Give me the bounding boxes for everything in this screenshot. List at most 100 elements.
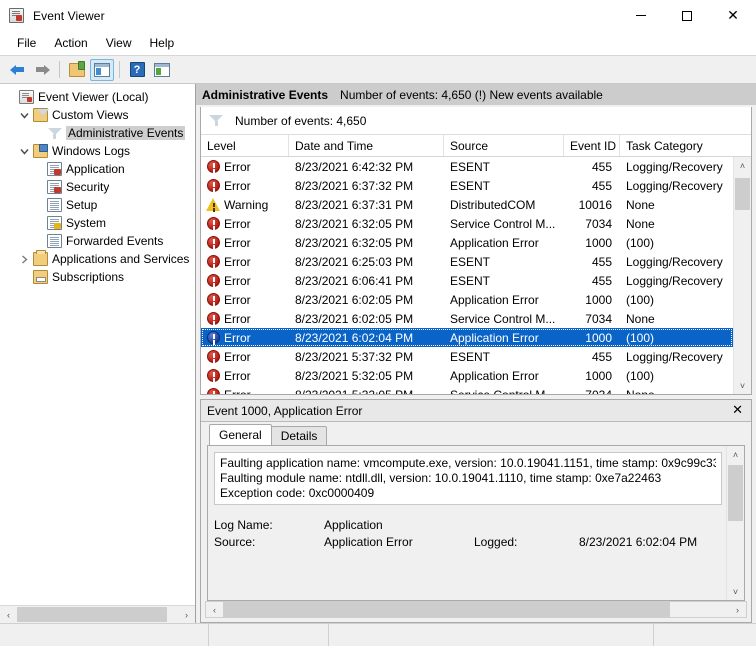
sidebar-item-event-viewer-local[interactable]: Event Viewer (Local) <box>0 88 195 106</box>
scroll-thumb[interactable] <box>223 602 670 617</box>
help-button[interactable]: ? <box>125 59 149 81</box>
twisty-expanded-icon[interactable] <box>16 106 32 124</box>
maximize-button[interactable] <box>664 0 710 31</box>
scroll-right-button[interactable]: › <box>729 601 746 618</box>
table-row[interactable]: Error 8/23/2021 6:37:32 PM ESENT 455 Logging… <box>201 176 733 195</box>
cell-event-id: 455 <box>591 349 612 364</box>
back-button[interactable] <box>5 59 29 81</box>
cell-task-category: Logging/Recovery <box>626 349 723 364</box>
column-header-source[interactable]: Source <box>444 135 564 156</box>
menu-view[interactable]: View <box>97 33 141 53</box>
sidebar-item-forwarded-events[interactable]: Forwarded Events <box>0 232 195 250</box>
cell-level-label: Warning <box>224 197 269 212</box>
sidebar-item-security[interactable]: Security <box>0 178 195 196</box>
event-list-vertical-scrollbar[interactable]: ˄ ˅ <box>733 157 751 394</box>
table-row[interactable]: Warning 8/23/2021 6:37:31 PM DistributedCO… <box>201 195 733 214</box>
scroll-track[interactable] <box>727 463 744 583</box>
sidebar-item-subscriptions[interactable]: Subscriptions <box>0 268 195 286</box>
filter-bar[interactable]: Number of events: 4,650 <box>201 107 751 135</box>
twisty-collapsed-icon[interactable] <box>16 250 32 268</box>
close-icon[interactable]: ✕ <box>730 404 745 417</box>
scroll-thumb[interactable] <box>728 465 743 521</box>
scroll-thumb[interactable] <box>735 178 750 210</box>
table-row[interactable]: Error 8/23/2021 6:42:32 PM ESENT 455 Logging… <box>201 157 733 176</box>
twisty-expanded-icon[interactable] <box>16 142 32 160</box>
scroll-up-button[interactable]: ˄ <box>727 446 744 463</box>
close-button[interactable]: ✕ <box>710 0 756 31</box>
twisty-none-icon[interactable] <box>30 124 46 142</box>
error-icon <box>207 236 220 249</box>
table-row[interactable]: Error 8/23/2021 6:32:05 PM Application Err… <box>201 233 733 252</box>
sidebar-item-windows-logs[interactable]: Windows Logs <box>0 142 195 160</box>
cell-event-id: 7034 <box>585 216 612 231</box>
sidebar-item-setup[interactable]: Setup <box>0 196 195 214</box>
table-row[interactable]: Error 8/23/2021 6:32:05 PM Service Control… <box>201 214 733 233</box>
console-tree[interactable]: Event Viewer (Local) Custom Views Administ… <box>0 84 195 605</box>
event-message-line: Faulting module name: ntdll.dll, version… <box>220 471 662 485</box>
sidebar-item-application[interactable]: Application <box>0 160 195 178</box>
table-row[interactable]: Error 8/23/2021 5:32:05 PM Application Err… <box>201 366 733 385</box>
main-area: Event Viewer (Local) Custom Views Administ… <box>0 84 756 623</box>
scroll-right-button[interactable]: › <box>178 606 195 623</box>
column-header-event-id[interactable]: Event ID <box>564 135 620 156</box>
twisty-none-icon[interactable] <box>2 88 18 106</box>
scroll-left-button[interactable]: ‹ <box>0 606 17 623</box>
scroll-track[interactable] <box>223 601 729 618</box>
minimize-button[interactable] <box>618 0 664 31</box>
sidebar-item-administrative-events[interactable]: Administrative Events <box>0 124 195 142</box>
sidebar-item-custom-views[interactable]: Custom Views <box>0 106 195 124</box>
event-viewer-window: Event Viewer ✕ File Action View Help ? E… <box>0 0 756 646</box>
sidebar-item-applications-and-services-lo[interactable]: Applications and Services Lo <box>0 250 195 268</box>
cell-event-id: 1000 <box>585 330 612 345</box>
event-details-vertical-scrollbar[interactable]: ˄ ˅ <box>726 446 744 600</box>
event-list-rows[interactable]: Error 8/23/2021 6:42:32 PM ESENT 455 Logging… <box>201 157 733 394</box>
twisty-none-icon[interactable] <box>30 196 46 214</box>
table-row[interactable]: Error 8/23/2021 6:25:03 PM ESENT 455 Logging… <box>201 252 733 271</box>
table-row[interactable]: Error 8/23/2021 5:32:05 PMService Control… <box>201 385 733 394</box>
twisty-none-icon[interactable] <box>30 178 46 196</box>
tab-details[interactable]: Details <box>270 426 328 445</box>
menu-action[interactable]: Action <box>45 33 96 53</box>
cell-source: Application Error <box>450 292 539 307</box>
status-cell <box>209 624 329 646</box>
event-details-horizontal-scrollbar[interactable]: ‹ › <box>205 601 747 618</box>
table-row[interactable]: Error 8/23/2021 6:02:04 PM Application Err… <box>201 328 733 347</box>
error-icon <box>207 312 220 325</box>
sidebar-item-system[interactable]: System <box>0 214 195 232</box>
scroll-up-button[interactable]: ˄ <box>734 157 751 174</box>
show-hide-action-pane-button[interactable] <box>90 58 114 81</box>
menu-help[interactable]: Help <box>141 33 184 53</box>
tree-horizontal-scrollbar[interactable]: ‹ › <box>0 605 195 623</box>
cell-source: ESENT <box>450 178 491 193</box>
scroll-track[interactable] <box>17 606 178 623</box>
field-value: Application <box>324 518 383 532</box>
cell-date-and-time: 8/23/2021 6:37:32 PM <box>295 178 414 193</box>
column-header-task-category[interactable]: Task Category <box>620 135 751 156</box>
cell-task-category: None <box>626 311 655 326</box>
event-list-header[interactable]: Level Date and Time Source Event ID Task Cat… <box>201 135 751 157</box>
field-value: Application Error <box>324 535 413 549</box>
twisty-none-icon[interactable] <box>30 232 46 250</box>
forward-button[interactable] <box>30 59 54 81</box>
scroll-thumb[interactable] <box>17 607 167 622</box>
scroll-left-button[interactable]: ‹ <box>206 601 223 618</box>
menu-file[interactable]: File <box>8 33 45 53</box>
scroll-down-button[interactable]: ˅ <box>727 583 744 600</box>
twisty-none-icon[interactable] <box>30 214 46 232</box>
table-row[interactable]: Error 8/23/2021 6:06:41 PM ESENT 455 Logging… <box>201 271 733 290</box>
column-header-level[interactable]: Level <box>201 135 289 156</box>
column-header-date-and-time[interactable]: Date and Time <box>289 135 444 156</box>
scroll-down-button[interactable]: ˅ <box>734 377 751 394</box>
tab-general[interactable]: General <box>209 424 272 445</box>
scroll-track[interactable] <box>734 174 751 377</box>
twisty-none-icon[interactable] <box>16 268 32 286</box>
table-row[interactable]: Error 8/23/2021 5:37:32 PM ESENT 455 Logging… <box>201 347 733 366</box>
folder-filter-icon <box>32 107 49 123</box>
table-row[interactable]: Error 8/23/2021 6:02:05 PM Application Err… <box>201 290 733 309</box>
table-row[interactable]: Error 8/23/2021 6:02:05 PM Service Control… <box>201 309 733 328</box>
show-hide-preview-pane-button[interactable] <box>150 59 174 81</box>
show-hide-console-tree-button[interactable] <box>65 59 89 81</box>
twisty-none-icon[interactable] <box>30 160 46 178</box>
log-icon <box>46 233 63 249</box>
forward-arrow-icon <box>35 64 50 76</box>
